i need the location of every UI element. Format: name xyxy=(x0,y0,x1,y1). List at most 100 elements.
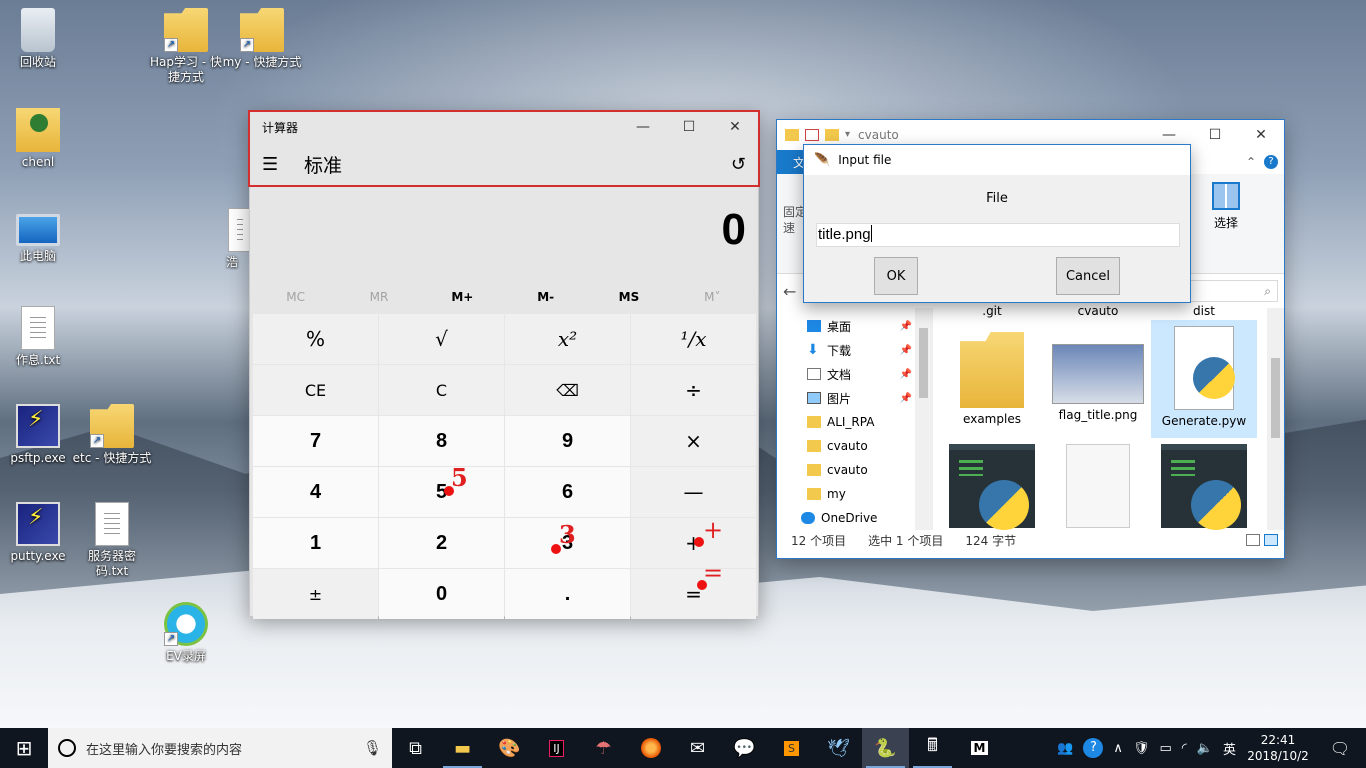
people-icon[interactable]: 👥 xyxy=(1057,741,1073,756)
digit-2-button[interactable]: 2 xyxy=(379,518,504,568)
digit-8-button[interactable]: 8 xyxy=(379,416,504,466)
details-view-icon[interactable] xyxy=(1246,534,1260,546)
digit-3-button[interactable]: 3 3 xyxy=(505,518,630,568)
close-button[interactable]: ✕ xyxy=(712,111,758,143)
nav-item-onedrive[interactable]: OneDrive xyxy=(777,506,932,530)
files-scrollbar[interactable] xyxy=(1267,308,1284,530)
backspace-button[interactable]: ⌫ xyxy=(505,365,630,415)
desktop-icon-my-shortcut[interactable]: my - 快捷方式 xyxy=(222,8,302,70)
memory-recall-button[interactable]: MR xyxy=(337,290,420,304)
taskbar-app-python[interactable]: 🐍 xyxy=(862,728,909,768)
taskbar-app-intellij[interactable]: IJ xyxy=(533,728,580,768)
desktop-icon-psftp[interactable]: psftp.exe xyxy=(0,404,78,466)
digit-1-button[interactable]: 1 xyxy=(253,518,378,568)
dialog-titlebar[interactable]: 🪶 Input file xyxy=(804,145,1190,175)
digit-7-button[interactable]: 7 xyxy=(253,416,378,466)
plus-button[interactable]: + + xyxy=(631,516,756,568)
maximize-button[interactable]: ☐ xyxy=(666,111,712,143)
file-item[interactable] xyxy=(1045,444,1151,532)
taskbar-app-maps[interactable]: ☂ xyxy=(580,728,627,768)
file-item[interactable] xyxy=(1151,444,1257,532)
help-icon[interactable]: ? xyxy=(1264,155,1278,169)
ime-indicator[interactable]: 英 xyxy=(1223,739,1236,758)
desktop-icon-this-pc[interactable]: 此电脑 xyxy=(0,208,78,264)
list-item[interactable]: cvauto xyxy=(1045,304,1151,318)
taskbar-search[interactable]: 在这里输入你要搜索的内容 🎙 xyxy=(48,728,392,768)
nav-item-my[interactable]: my xyxy=(777,482,932,506)
divide-button[interactable]: ÷ xyxy=(631,365,756,415)
memory-subtract-button[interactable]: M- xyxy=(504,290,587,304)
task-view-button[interactable]: ⧉ xyxy=(392,728,439,768)
desktop-icon-recycle-bin[interactable]: 回收站 xyxy=(0,8,78,70)
square-root-button[interactable]: √ xyxy=(379,314,504,364)
taskbar-app-paint[interactable]: 🎨 xyxy=(486,728,533,768)
taskbar-app-firefox[interactable] xyxy=(627,728,674,768)
start-button[interactable]: ⊞ xyxy=(0,728,48,768)
chevron-up-icon[interactable]: ∧ xyxy=(1113,741,1123,756)
hamburger-menu-icon[interactable]: ☰ xyxy=(262,154,292,175)
calculator-titlebar[interactable]: 计算器 — ☐ ✕ xyxy=(250,111,758,143)
microphone-icon[interactable]: 🎙 xyxy=(363,739,382,757)
file-name-input[interactable]: title.png xyxy=(816,223,1180,247)
square-button[interactable]: x² xyxy=(505,314,630,364)
memory-list-button[interactable]: M˅ xyxy=(671,290,754,304)
notification-center-icon[interactable]: 🗨 xyxy=(1320,739,1360,758)
list-item[interactable]: dist xyxy=(1151,304,1257,318)
nav-item-cvauto[interactable]: cvauto xyxy=(777,458,932,482)
large-icons-view-icon[interactable] xyxy=(1264,534,1278,546)
ok-button[interactable]: OK xyxy=(874,257,918,295)
desktop-icon-etc-shortcut[interactable]: etc - 快捷方式 xyxy=(72,404,152,466)
reciprocal-button[interactable]: ¹/x xyxy=(631,314,756,364)
maximize-button[interactable]: ☐ xyxy=(1192,119,1238,151)
clock[interactable]: 22:41 2018/10/2 xyxy=(1246,732,1310,764)
nav-item-documents[interactable]: 文档 📌 xyxy=(777,362,932,386)
desktop-icon-server-password-txt[interactable]: 服务器密码.txt xyxy=(72,502,152,579)
digit-5-button[interactable]: 5 5 xyxy=(379,463,504,517)
decimal-button[interactable]: . xyxy=(505,569,630,619)
minimize-button[interactable]: — xyxy=(620,111,666,143)
nav-item-cvauto[interactable]: cvauto xyxy=(777,434,932,458)
properties-icon[interactable] xyxy=(805,129,819,141)
digit-9-button[interactable]: 9 xyxy=(505,416,630,466)
volume-icon[interactable]: 🔈 xyxy=(1197,741,1213,756)
desktop-icon-hap-shortcut[interactable]: Hap学习 - 快捷方式 xyxy=(146,8,226,85)
taskbar-app-explorer[interactable]: ▬ xyxy=(439,728,486,768)
shield-icon[interactable]: 🛡 xyxy=(1133,741,1150,756)
history-icon[interactable]: ↺ xyxy=(731,154,746,175)
taskbar-app-m[interactable]: M xyxy=(956,728,1003,768)
digit-6-button[interactable]: 6 xyxy=(505,467,630,517)
digit-0-button[interactable]: 0 xyxy=(379,569,504,619)
desktop-icon-schedule-txt[interactable]: 作息.txt xyxy=(0,306,78,368)
digit-4-button[interactable]: 4 xyxy=(253,467,378,517)
file-item-examples[interactable]: examples xyxy=(939,326,1045,426)
clear-button[interactable]: C xyxy=(379,365,504,415)
memory-store-button[interactable]: MS xyxy=(587,290,670,304)
select-button[interactable]: 选择 xyxy=(1208,182,1244,231)
desktop-icon-ev-recorder[interactable]: EV录屏 xyxy=(146,602,226,664)
battery-icon[interactable]: ▭ xyxy=(1159,741,1171,756)
file-item[interactable] xyxy=(939,444,1045,532)
chevron-down-icon[interactable]: ▾ xyxy=(845,129,850,141)
nav-item-ali-rpa[interactable]: ALI_RPA xyxy=(777,410,932,434)
clear-entry-button[interactable]: CE xyxy=(253,365,378,415)
nav-item-pictures[interactable]: 图片 📌 xyxy=(777,386,932,410)
back-arrow-icon[interactable]: ← xyxy=(783,282,799,301)
nav-scrollbar[interactable] xyxy=(915,308,932,530)
scrollbar-thumb[interactable] xyxy=(919,328,928,398)
memory-add-button[interactable]: M+ xyxy=(421,290,504,304)
wifi-icon[interactable]: ◜ xyxy=(1182,741,1187,756)
equals-button[interactable]: = = xyxy=(631,559,756,619)
taskbar-app-feather[interactable]: 🕊 xyxy=(815,728,862,768)
list-item[interactable]: .git xyxy=(939,304,1045,318)
desktop-icon-partial[interactable]: 浩 xyxy=(212,208,252,270)
minus-button[interactable]: — xyxy=(631,467,756,517)
memory-clear-button[interactable]: MC xyxy=(254,290,337,304)
nav-item-desktop[interactable]: 桌面 📌 xyxy=(777,314,932,338)
negate-button[interactable]: ± xyxy=(253,569,378,619)
new-folder-icon[interactable] xyxy=(825,129,839,141)
percent-button[interactable]: % xyxy=(253,314,378,364)
file-item-flag-title[interactable]: flag_title.png xyxy=(1045,326,1151,422)
file-item-generate[interactable]: Generate.pyw xyxy=(1151,320,1257,438)
close-button[interactable]: ✕ xyxy=(1238,119,1284,151)
nav-item-downloads[interactable]: ⬇ 下载 📌 xyxy=(777,338,932,362)
